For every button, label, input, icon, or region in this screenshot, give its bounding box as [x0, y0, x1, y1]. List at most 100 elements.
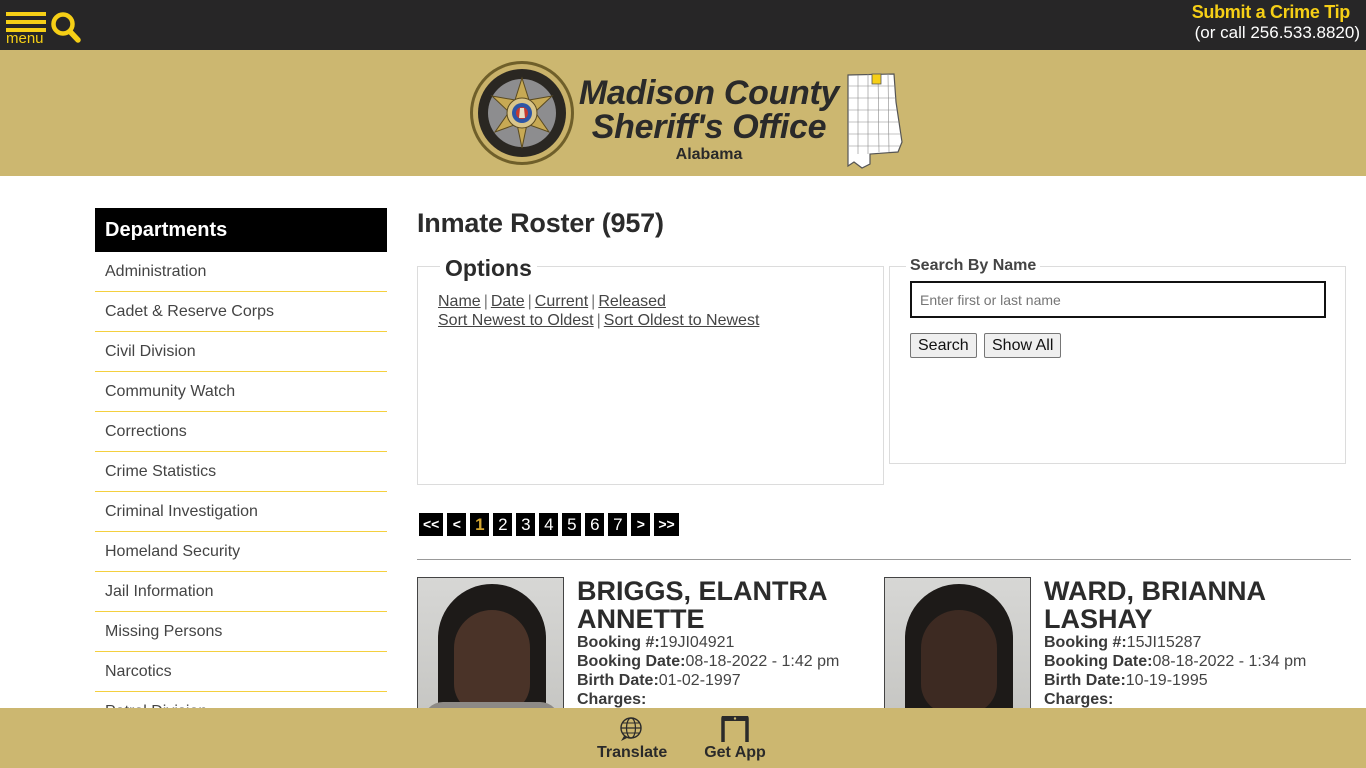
page-6-button[interactable]: 6 — [585, 513, 605, 536]
birth-date-value: 01-02-1997 — [658, 672, 741, 689]
options-panel: Options Name | Date | Current | Released Sort … — [417, 255, 884, 485]
crime-tip: Submit a Crime Tip (or call 256.533.8820… — [1192, 2, 1360, 44]
birth-date-value: 10-19-1995 — [1125, 672, 1208, 689]
booking-number-value: 15JI15287 — [1126, 634, 1202, 651]
page-5-button[interactable]: 5 — [562, 513, 582, 536]
separator: | — [591, 293, 596, 310]
top-bar: menu Submit a Crime Tip (or call 256.533… — [0, 0, 1366, 50]
site-title[interactable]: Madison County Sheriff's Office Alabama — [578, 76, 840, 164]
translate-label: Translate — [597, 744, 668, 761]
inmate-info: BRIGGS, ELANTRA ANNETTE Booking #:19JI04… — [577, 577, 867, 709]
separator: | — [527, 293, 532, 310]
birth-date-row: Birth Date:10-19-1995 — [1044, 671, 1334, 690]
birth-date-label: Birth Date: — [1044, 672, 1126, 689]
hamburger-icon — [6, 12, 46, 16]
options-legend: Options — [440, 255, 537, 282]
inmate-photo[interactable] — [884, 577, 1031, 717]
inmate-card[interactable]: BRIGGS, ELANTRA ANNETTE Booking #:19JI04… — [417, 577, 857, 717]
photo-face — [454, 610, 530, 714]
filter-date-link[interactable]: Date — [491, 293, 525, 310]
filter-current-link[interactable]: Current — [535, 293, 588, 310]
divider — [417, 559, 1351, 560]
page-1-button[interactable]: 1 — [470, 513, 490, 536]
departments-sidebar: Departments Administration Cadet & Reser… — [95, 208, 387, 732]
separator: | — [483, 293, 488, 310]
prev-page-button[interactable]: < — [447, 513, 467, 536]
booking-number-value: 19JI04921 — [659, 634, 735, 651]
site-title-line-2: Sheriff's Office — [591, 108, 827, 146]
inmate-name[interactable]: BRIGGS, ELANTRA ANNETTE — [577, 577, 867, 633]
site-state-label: Alabama — [675, 146, 743, 163]
submit-crime-tip-link[interactable]: Submit a Crime Tip — [1192, 2, 1351, 22]
sheriff-seal-logo[interactable] — [469, 60, 575, 166]
last-page-button[interactable]: >> — [654, 513, 679, 536]
separator: | — [596, 312, 601, 329]
filter-released-link[interactable]: Released — [598, 293, 666, 310]
sidebar-item-crime-statistics[interactable]: Crime Statistics — [95, 452, 387, 492]
page-2-button[interactable]: 2 — [493, 513, 513, 536]
booking-date-label: Booking Date: — [1044, 653, 1153, 670]
search-button[interactable] — [50, 11, 82, 45]
menu-button[interactable]: menu — [6, 10, 48, 48]
sidebar-item-homeland-security[interactable]: Homeland Security — [95, 532, 387, 572]
get-app-button[interactable]: Get App — [704, 716, 766, 762]
charges-row: Charges: — [1044, 690, 1334, 709]
sidebar-item-cadet-reserve-corps[interactable]: Cadet & Reserve Corps — [95, 292, 387, 332]
charges-label: Charges: — [1044, 691, 1114, 708]
booking-number-label: Booking #: — [577, 634, 660, 651]
booking-date-row: Booking Date:08-18-2022 - 1:42 pm — [577, 652, 867, 671]
search-legend: Search By Name — [906, 257, 1041, 275]
first-page-button[interactable]: << — [419, 513, 444, 536]
sidebar-item-administration[interactable]: Administration — [95, 252, 387, 292]
page-3-button[interactable]: 3 — [516, 513, 536, 536]
site-title-line-1: Madison County — [578, 74, 840, 112]
photo-face — [921, 610, 997, 714]
booking-number-row: Booking #:19JI04921 — [577, 633, 867, 652]
birth-date-row: Birth Date:01-02-1997 — [577, 671, 867, 690]
sidebar-item-criminal-investigation[interactable]: Criminal Investigation — [95, 492, 387, 532]
sidebar-item-civil-division[interactable]: Civil Division — [95, 332, 387, 372]
crime-tip-phone[interactable]: (or call 256.533.8820) — [1192, 22, 1360, 44]
booking-date-row: Booking Date:08-18-2022 - 1:34 pm — [1044, 652, 1334, 671]
alabama-map-icon — [847, 73, 903, 169]
search-icon — [51, 12, 81, 43]
sidebar-item-community-watch[interactable]: Community Watch — [95, 372, 387, 412]
booking-number-row: Booking #:15JI15287 — [1044, 633, 1334, 652]
name-search-input[interactable] — [910, 281, 1326, 318]
phone-icon — [721, 716, 749, 742]
pagination: << < 1 2 3 4 5 6 7 > >> — [419, 513, 683, 536]
footer-bar: Translate Get App — [0, 708, 1366, 768]
inmate-name[interactable]: WARD, BRIANNA LASHAY — [1044, 577, 1334, 633]
booking-date-value: 08-18-2022 - 1:42 pm — [685, 653, 840, 670]
booking-date-label: Booking Date: — [577, 653, 686, 670]
charges-row: Charges: — [577, 690, 867, 709]
hamburger-icon-bar — [6, 20, 46, 24]
get-app-label: Get App — [704, 744, 766, 761]
sort-oldest-link[interactable]: Sort Oldest to Newest — [604, 312, 760, 329]
options-links: Name | Date | Current | Released Sort Newest t… — [438, 292, 759, 330]
filter-name-link[interactable]: Name — [438, 293, 481, 310]
inmate-card[interactable]: WARD, BRIANNA LASHAY Booking #:15JI15287… — [884, 577, 1324, 717]
sidebar-item-corrections[interactable]: Corrections — [95, 412, 387, 452]
search-button[interactable]: Search — [910, 333, 977, 358]
inmate-photo[interactable] — [417, 577, 564, 717]
menu-label: menu — [6, 30, 44, 47]
globe-icon — [620, 717, 642, 741]
booking-date-value: 08-18-2022 - 1:34 pm — [1152, 653, 1307, 670]
page-7-button[interactable]: 7 — [608, 513, 628, 536]
charges-label: Charges: — [577, 691, 647, 708]
page-title: Inmate Roster (957) — [417, 208, 664, 238]
sidebar-item-narcotics[interactable]: Narcotics — [95, 652, 387, 692]
search-by-name-panel: Search By Name Search Show All — [889, 257, 1346, 464]
translate-button[interactable]: Translate — [597, 716, 668, 762]
departments-heading: Departments — [95, 208, 387, 252]
sidebar-item-jail-information[interactable]: Jail Information — [95, 572, 387, 612]
sidebar-item-missing-persons[interactable]: Missing Persons — [95, 612, 387, 652]
show-all-button[interactable]: Show All — [984, 333, 1062, 358]
sort-newest-link[interactable]: Sort Newest to Oldest — [438, 312, 594, 329]
site-banner: Madison County Sheriff's Office Alabama — [0, 50, 1366, 176]
booking-number-label: Booking #: — [1044, 634, 1127, 651]
page-4-button[interactable]: 4 — [539, 513, 559, 536]
birth-date-label: Birth Date: — [577, 672, 659, 689]
next-page-button[interactable]: > — [631, 513, 651, 536]
